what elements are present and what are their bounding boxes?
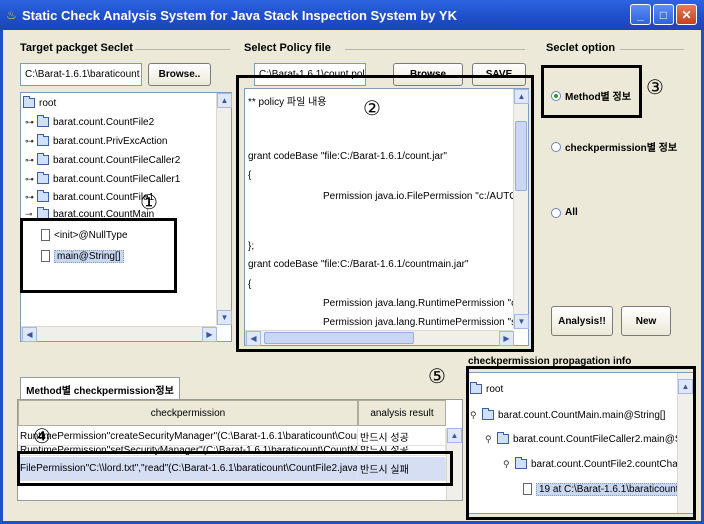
radio-label: checkpermission별 정보 (565, 143, 678, 154)
folder-icon (37, 115, 49, 127)
class-tree-vscroll[interactable]: ▲ ▼ (216, 93, 232, 325)
expand-handle-icon: ⊶ (25, 173, 34, 184)
new-button[interactable]: New (621, 306, 671, 336)
maximize-icon: □ (659, 7, 668, 22)
scroll-right-button[interactable]: ▶ (202, 327, 217, 342)
annotation-box-1 (20, 218, 177, 293)
folder-icon (37, 134, 49, 146)
annotation-number-3: ③ (646, 75, 664, 99)
scroll-left-button[interactable]: ◀ (22, 327, 37, 342)
class-tree-hscroll[interactable]: ◀ ▶ (21, 326, 217, 342)
tree-node-label: barat.count.CountFileCaller2 (53, 154, 181, 166)
tab-method-checkpermission[interactable]: Method별 checkpermission정보 (20, 377, 180, 400)
radio-checkpermission-info[interactable]: checkpermission별 정보 (551, 139, 677, 154)
folder-icon (37, 172, 49, 184)
class-tree-panel[interactable]: root ⊶ barat.count.CountFile2 ⊶ barat.coun… (20, 92, 232, 342)
group-line (345, 49, 525, 50)
arrow-up-icon: ▲ (450, 431, 459, 440)
table-cell-result[interactable]: 반드시 성공 (358, 428, 446, 446)
tree-node[interactable]: ⊶ barat.count.CountFileCaller2 (25, 152, 180, 168)
table-cell-checkpermission[interactable]: RuntimePermission"createSecurityManager"… (18, 428, 358, 446)
group-line (135, 49, 230, 50)
tree-node-label: barat.count.CountFile2 (53, 116, 155, 128)
scroll-down-button[interactable]: ▼ (217, 310, 232, 325)
tree-node-label: barat.count.CountFileCaller1 (53, 173, 181, 185)
scroll-up-button[interactable]: ▲ (217, 93, 232, 108)
close-icon: ✕ (681, 7, 692, 22)
app-icon: ♨ (6, 8, 17, 22)
policy-file-label: Select Policy file (244, 42, 331, 54)
tree-node-label: root (39, 97, 57, 109)
annotation-box-2 (236, 75, 534, 352)
annotation-box-5 (466, 366, 696, 520)
expand-handle-icon: ⊶ (25, 116, 34, 127)
expand-handle-icon: ⊶ (25, 135, 34, 146)
tree-node-label: barat.count.CountFile1 (53, 191, 155, 203)
tree-node[interactable]: ⊶ barat.count.PrivExcAction (25, 133, 168, 149)
target-browse-button[interactable]: Browse.. (148, 63, 211, 86)
tree-node[interactable]: ⊶ barat.count.CountFile1 (25, 189, 154, 205)
expand-handle-icon: ⊶ (25, 154, 34, 165)
maximize-button[interactable]: □ (653, 4, 674, 25)
annotation-box-4 (17, 451, 453, 486)
arrow-up-icon: ▲ (220, 96, 229, 105)
scroll-up-button[interactable]: ▲ (447, 428, 462, 443)
annotation-box-3 (541, 65, 642, 118)
arrow-down-icon: ▼ (220, 313, 229, 322)
target-path-field[interactable]: C:\Barat-1.6.1\baraticount (20, 63, 142, 86)
radio-unselected-icon (551, 207, 561, 218)
analysis-button[interactable]: Analysis!! (551, 306, 613, 336)
radio-label: All (565, 207, 578, 218)
target-package-label: Target packget Seclet (20, 42, 133, 54)
minimize-icon: _ (637, 7, 644, 22)
tree-node-label: barat.count.PrivExcAction (53, 135, 168, 147)
expand-handle-icon: ⊶ (25, 191, 34, 202)
arrow-left-icon: ◀ (26, 330, 33, 339)
folder-icon (37, 190, 49, 202)
tree-node[interactable]: ⊶ barat.count.CountFile2 (25, 114, 154, 130)
radio-unselected-icon (551, 141, 561, 152)
annotation-number-2: ② (363, 96, 381, 120)
annotation-number-4: ④ (33, 424, 51, 448)
column-header-analysis-result[interactable]: analysis result (358, 400, 446, 426)
minimize-button[interactable]: _ (630, 4, 651, 25)
group-line (620, 49, 684, 50)
folder-icon (37, 153, 49, 165)
annotation-number-1: ① (140, 190, 158, 214)
seclet-option-label: Seclet option (546, 42, 616, 54)
folder-icon (23, 96, 35, 108)
title-bar: Static Check Analysis System for Java St… (0, 0, 704, 30)
window-title: Static Check Analysis System for Java St… (22, 7, 457, 23)
radio-all[interactable]: All (551, 207, 578, 218)
tree-node[interactable]: ⊶ barat.count.CountFileCaller1 (25, 171, 180, 187)
annotation-number-5: ⑤ (428, 364, 446, 388)
tree-node-root[interactable]: root (23, 95, 56, 111)
column-header-checkpermission[interactable]: checkpermission (18, 400, 358, 426)
close-button[interactable]: ✕ (676, 4, 697, 25)
arrow-right-icon: ▶ (206, 330, 213, 339)
